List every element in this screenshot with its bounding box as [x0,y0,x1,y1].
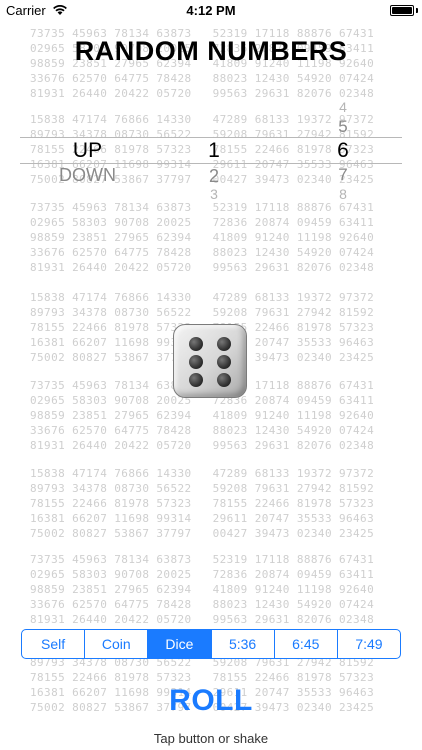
background-number-block: 15838 47174 76866 14330 47289 68133 1937… [30,467,375,540]
picker-second-selected: 6 [337,139,349,162]
battery-icon [390,5,414,16]
die-six-icon[interactable] [173,324,247,398]
picker-second-option: 4 [339,99,347,115]
picker-first-option: 2 [208,166,219,186]
picker-second-option: 7 [338,165,348,184]
hint-text: Tap button or shake [153,731,269,746]
background-number-block: 73735 45963 78134 63873 52319 17118 8887… [30,201,375,274]
segment-7-49[interactable]: 7:49 [338,630,400,658]
picker-second-option: 5 [338,117,348,136]
picker-column-direction[interactable]: UP DOWN [45,90,130,210]
number-picker[interactable]: UP DOWN 1 2 3 4 5 6 7 8 [0,90,422,210]
picker-direction-selected: UP [72,139,103,162]
die-pip [189,373,203,387]
background-number-block: 73735 45963 78134 63873 52319 17118 8887… [30,553,375,626]
roll-button[interactable]: ROLL [0,684,422,718]
segment-5-36[interactable]: 5:36 [212,630,275,658]
die-pip [217,355,231,369]
mode-segmented-control[interactable]: Self Coin Dice 5:36 6:45 7:49 [21,629,401,659]
segment-dice[interactable]: Dice [148,630,212,658]
page-title: RANDOM NUMBERS [74,36,348,66]
die-pip [189,337,203,351]
segment-self[interactable]: Self [22,630,86,658]
clock: 4:12 PM [186,3,236,18]
picker-second-option: 8 [339,186,347,202]
picker-column-second-number[interactable]: 4 5 6 7 8 [328,90,358,210]
picker-direction-option: DOWN [59,165,116,185]
picker-column-first-number[interactable]: 1 2 3 [199,90,229,210]
segment-6-45[interactable]: 6:45 [275,630,338,658]
picker-first-option: 3 [210,186,218,202]
die-pip [217,373,231,387]
picker-first-selected: 1 [208,139,220,162]
battery-tip [416,8,418,13]
die-pip [189,355,203,369]
status-bar: Carrier 4:12 PM [0,0,422,22]
die-pip [217,337,231,351]
segment-coin[interactable]: Coin [85,630,149,658]
